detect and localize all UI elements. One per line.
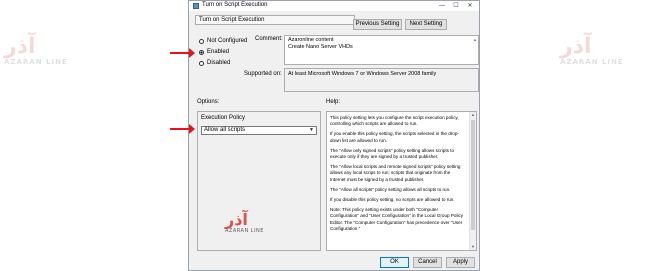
comment-scrollbar[interactable]: ▲ bbox=[473, 37, 477, 63]
help-paragraph: The "Allow only signed scripts" policy s… bbox=[330, 147, 455, 160]
apply-button[interactable]: Apply bbox=[446, 257, 475, 268]
radio-circle[interactable] bbox=[199, 38, 204, 44]
window-controls: — ☐ ✕ bbox=[435, 1, 477, 11]
watermark-brand: آذر bbox=[4, 34, 36, 59]
policy-icon bbox=[193, 3, 199, 9]
supported-on-label: Supported on: bbox=[244, 71, 282, 77]
comment-field[interactable]: Azaronline content Create Nano Server VH… bbox=[284, 35, 479, 65]
chevron-down-icon[interactable]: ▼ bbox=[309, 127, 314, 134]
window-title: Turn on Script Execution bbox=[202, 2, 268, 8]
logo-tagline: AZARAN LINE bbox=[225, 228, 264, 234]
scroll-up-icon[interactable]: ▲ bbox=[470, 112, 476, 118]
minimize-button[interactable]: — bbox=[435, 1, 449, 11]
next-setting-button[interactable]: Next Setting bbox=[405, 19, 447, 30]
supported-on-field: At least Microsoft Windows 7 or Windows … bbox=[284, 68, 479, 92]
radio-label: Enabled bbox=[207, 49, 230, 55]
comment-line: Create Nano Server VHDs bbox=[288, 44, 353, 50]
radio-circle[interactable] bbox=[199, 49, 204, 55]
annotation-arrow-icon bbox=[170, 124, 195, 134]
scroll-up-icon[interactable]: ▲ bbox=[473, 37, 477, 42]
execution-policy-label: Execution Policy bbox=[201, 115, 246, 121]
watermark-tagline: AZARAN LINE bbox=[560, 58, 624, 66]
cancel-button[interactable]: Cancel bbox=[413, 257, 442, 268]
options-heading: Options: bbox=[197, 99, 220, 105]
title-bar[interactable]: Turn on Script Execution — ☐ ✕ bbox=[189, 1, 479, 11]
radio-label: Not Configured bbox=[207, 38, 248, 44]
comment-label: Comment: bbox=[255, 36, 283, 42]
radio-not-configured[interactable]: Not Configured bbox=[199, 38, 247, 44]
help-scrollbar[interactable]: ▲ ▼ bbox=[469, 112, 476, 250]
logo-text: آذر bbox=[225, 210, 248, 229]
radio-circle[interactable] bbox=[199, 60, 204, 66]
supported-on-value: At least Microsoft Windows 7 or Windows … bbox=[288, 71, 437, 77]
previous-setting-button[interactable]: Previous Setting bbox=[353, 19, 402, 30]
watermark-left: آذر AZARAN LINE bbox=[4, 34, 68, 67]
watermark-brand: آذر bbox=[560, 34, 592, 59]
help-paragraph: This policy setting lets you configure t… bbox=[330, 115, 459, 127]
help-text: This policy setting lets you configure t… bbox=[330, 115, 467, 236]
help-paragraph: The "Allow all scripts" policy setting a… bbox=[330, 186, 451, 192]
radio-disabled[interactable]: Disabled bbox=[199, 60, 230, 66]
execution-policy-select[interactable]: Allow all scripts ▼ bbox=[201, 126, 317, 135]
watermark-tagline: AZARAN LINE bbox=[4, 58, 68, 66]
annotation-arrow-icon bbox=[170, 48, 195, 58]
radio-label: Disabled bbox=[207, 60, 231, 66]
radio-enabled[interactable]: Enabled bbox=[199, 49, 229, 55]
help-heading: Help: bbox=[326, 99, 341, 105]
help-paragraph: If you enable this policy setting, the s… bbox=[330, 131, 459, 143]
watermark-right: آذر AZARAN LINE bbox=[560, 34, 624, 67]
brand-logo: آذر AZARAN LINE bbox=[225, 210, 264, 235]
execution-policy-value: Allow all scripts bbox=[204, 127, 246, 133]
help-paragraph: If you disable this policy setting, no s… bbox=[330, 197, 455, 203]
scroll-down-icon[interactable]: ▼ bbox=[470, 244, 476, 250]
scroll-thumb[interactable] bbox=[471, 120, 475, 230]
help-pane: This policy setting lets you configure t… bbox=[326, 111, 477, 251]
maximize-button[interactable]: ☐ bbox=[449, 1, 463, 11]
ok-button[interactable]: OK bbox=[380, 257, 409, 268]
close-button[interactable]: ✕ bbox=[463, 1, 477, 11]
policy-name-field: Turn on Script Execution bbox=[195, 15, 355, 25]
help-paragraph: The "Allow local scripts and remote sign… bbox=[330, 164, 461, 182]
help-paragraph: Note: This policy setting exists under b… bbox=[330, 207, 464, 231]
comment-line: Azaronline content bbox=[288, 37, 334, 43]
